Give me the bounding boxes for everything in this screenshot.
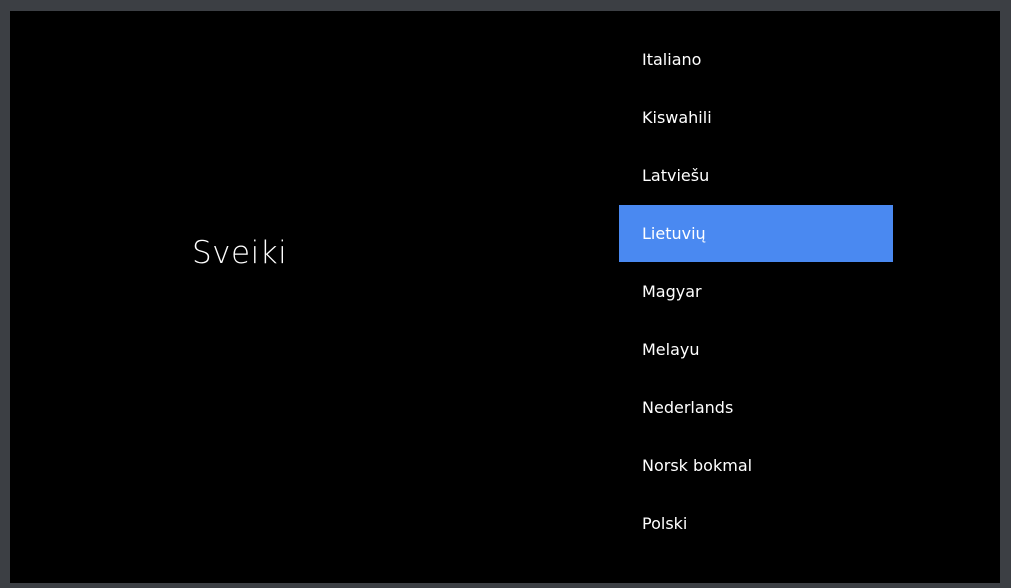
tv-screen: Sveiki Italiano Kiswahili Latviešu Lietu… xyxy=(10,11,1000,583)
language-label: Lietuvių xyxy=(642,224,706,243)
language-item-melayu[interactable]: Melayu xyxy=(619,321,893,378)
language-label: Norsk bokmal xyxy=(642,456,753,475)
tv-bezel: Sveiki Italiano Kiswahili Latviešu Lietu… xyxy=(0,0,1011,588)
language-label: Kiswahili xyxy=(642,108,712,127)
language-label: Polski xyxy=(642,514,688,533)
language-item-polski[interactable]: Polski xyxy=(619,495,893,552)
language-item-nederlands[interactable]: Nederlands xyxy=(619,379,893,436)
greeting-text: Sveiki xyxy=(192,235,288,271)
language-item-magyar[interactable]: Magyar xyxy=(619,263,893,320)
language-item-italiano[interactable]: Italiano xyxy=(619,31,893,88)
language-label: Italiano xyxy=(642,50,702,69)
language-item-norsk-bokmal[interactable]: Norsk bokmal xyxy=(619,437,893,494)
language-label: Nederlands xyxy=(642,398,734,417)
language-label: Latviešu xyxy=(642,166,710,185)
language-item-kiswahili[interactable]: Kiswahili xyxy=(619,89,893,146)
language-item-latviesu[interactable]: Latviešu xyxy=(619,147,893,204)
language-label: Magyar xyxy=(642,282,702,301)
language-item-lietuviu[interactable]: Lietuvių xyxy=(619,205,893,262)
language-label: Melayu xyxy=(642,340,700,359)
language-list: Italiano Kiswahili Latviešu Lietuvių Mag… xyxy=(619,31,893,553)
